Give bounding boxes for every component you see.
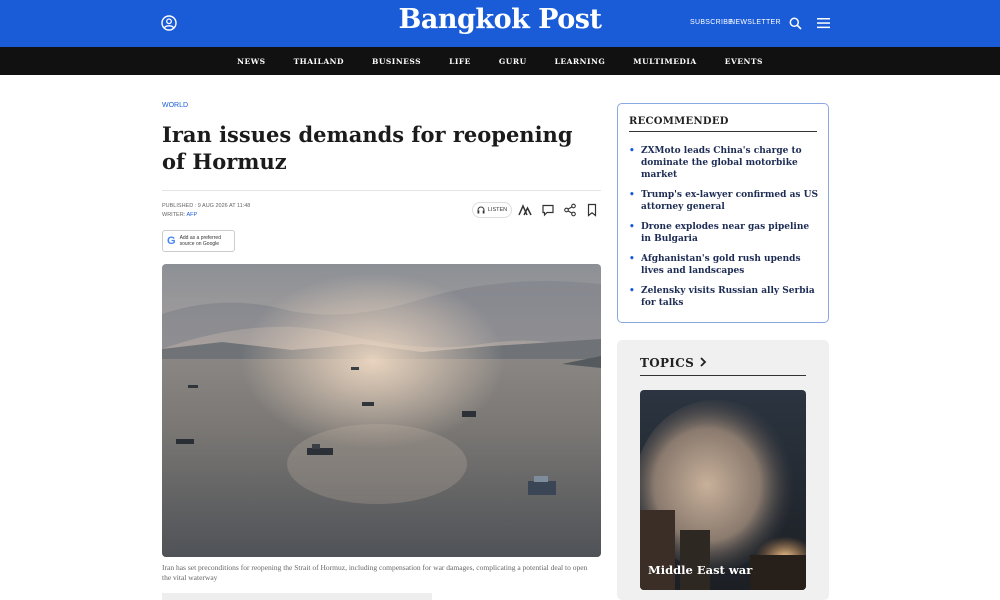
search-icon[interactable] xyxy=(789,17,802,30)
google-icon: G xyxy=(167,235,176,247)
recommended-item[interactable]: Zelensky visits Russian ally Serbia for … xyxy=(629,285,819,309)
writer-name[interactable]: AFP xyxy=(186,212,197,218)
menu-icon[interactable] xyxy=(817,17,830,29)
site-logo[interactable]: Bangkok Post xyxy=(0,4,1000,35)
bookmark-icon[interactable] xyxy=(585,203,599,217)
site-header: Bangkok Post SUBSCRIBE NEWSLETTER xyxy=(0,0,1000,47)
headphones-icon xyxy=(477,206,485,214)
nav-item-thailand[interactable]: THAILAND xyxy=(280,57,358,66)
article-body-preview xyxy=(162,593,432,600)
recommended-rule xyxy=(629,131,817,132)
google-badge-line2: source on Google xyxy=(179,241,220,247)
nav-item-news[interactable]: NEWS xyxy=(223,57,279,66)
published-date: PUBLISHED : 9 AUG 2026 AT 11:48 xyxy=(162,203,251,209)
writer-line: WRITER: AFP xyxy=(162,211,250,220)
newsletter-link[interactable]: NEWSLETTER xyxy=(730,19,781,26)
topics-title-link[interactable]: TOPICS xyxy=(640,356,707,370)
main-nav: NEWS THAILAND BUSINESS LIFE GURU LEARNING MULT… xyxy=(0,47,1000,75)
nav-item-learning[interactable]: LEARNING xyxy=(541,57,620,66)
topics-title: TOPICS xyxy=(640,356,695,370)
nav-list: NEWS THAILAND BUSINESS LIFE GURU LEARNING MULT… xyxy=(0,47,1000,75)
nav-item-events[interactable]: EVENTS xyxy=(711,57,777,66)
section-tag[interactable]: WORLD xyxy=(162,102,188,109)
chevron-right-icon xyxy=(699,357,706,367)
headline-divider xyxy=(162,190,601,191)
topic-card-middle-east-war[interactable]: Middle East war xyxy=(640,390,806,590)
google-preferred-source-button[interactable]: G Add as a preferred source on Google xyxy=(162,230,235,252)
nav-item-business[interactable]: BUSINESS xyxy=(358,57,435,66)
topic-card-label: Middle East war xyxy=(648,563,753,577)
recommended-item[interactable]: Trump's ex-lawyer confirmed as US attorn… xyxy=(629,189,819,213)
article-headline: Iran issues demands for reopening of Hor… xyxy=(162,122,573,174)
font-size-icon[interactable] xyxy=(518,203,532,217)
article-meta: PUBLISHED : 9 AUG 2026 AT 11:48 WRITER: … xyxy=(162,202,250,220)
recommended-item[interactable]: Drone explodes near gas pipeline in Bulg… xyxy=(629,221,819,245)
topics-panel: TOPICS Middle East war xyxy=(617,340,829,600)
strait-photo-image xyxy=(162,264,601,557)
subscribe-link[interactable]: SUBSCRIBE xyxy=(690,19,733,26)
topic-card-image xyxy=(640,390,806,590)
listen-button[interactable]: LISTEN xyxy=(472,202,512,218)
recommended-item[interactable]: ZXMoto leads China's charge to dominate … xyxy=(629,145,819,181)
recommended-list: ZXMoto leads China's charge to dominate … xyxy=(629,145,819,317)
nav-item-guru[interactable]: GURU xyxy=(485,57,541,66)
google-badge-text: Add as a preferred source on Google xyxy=(180,235,221,247)
recommended-panel: RECOMMENDED ZXMoto leads China's charge … xyxy=(617,103,829,323)
article-photo xyxy=(162,264,601,557)
share-icon[interactable] xyxy=(563,203,577,217)
recommended-item[interactable]: Afghanistan's gold rush upends lives and… xyxy=(629,253,819,277)
nav-item-life[interactable]: LIFE xyxy=(435,57,485,66)
topics-rule xyxy=(640,375,806,376)
comment-icon[interactable] xyxy=(541,203,555,217)
recommended-title: RECOMMENDED xyxy=(629,116,729,127)
nav-item-multimedia[interactable]: MULTIMEDIA xyxy=(619,57,710,66)
listen-label: LISTEN xyxy=(487,207,508,213)
photo-caption: Iran has set preconditions for reopening… xyxy=(162,563,588,582)
writer-label: WRITER: xyxy=(162,212,186,218)
